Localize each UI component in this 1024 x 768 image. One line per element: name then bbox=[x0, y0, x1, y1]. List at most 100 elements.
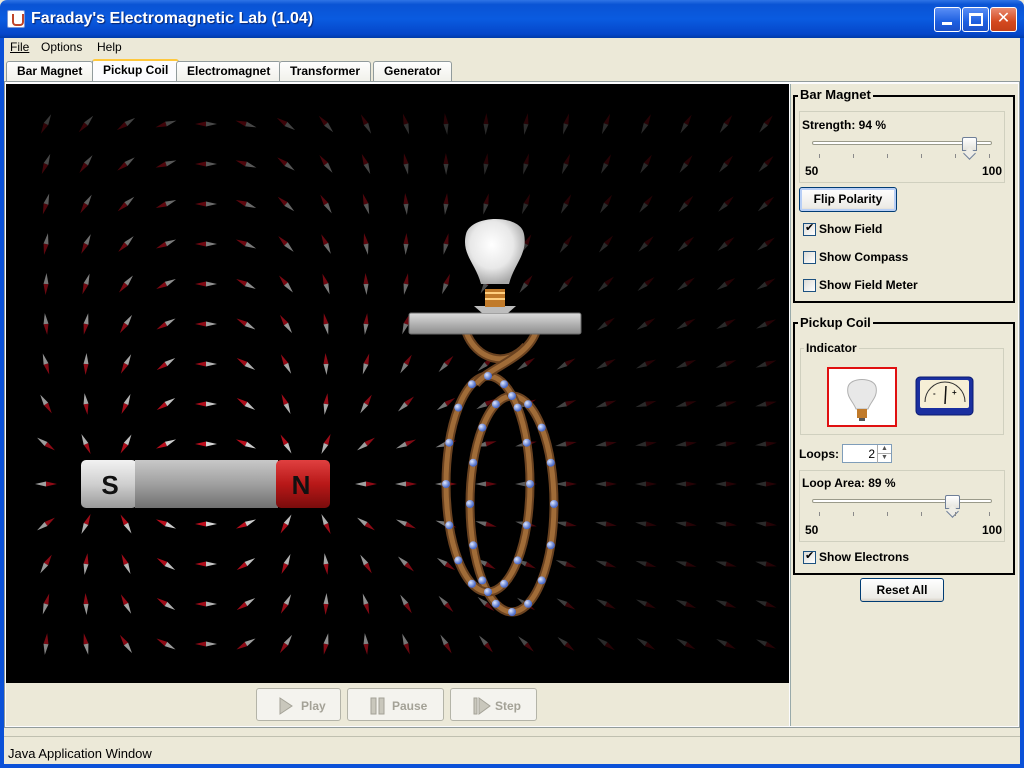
status-text: Java Application Window bbox=[8, 746, 152, 761]
compass-needle bbox=[402, 633, 410, 655]
compass-needle bbox=[595, 521, 617, 527]
compass-needle bbox=[635, 441, 657, 447]
compass-needle bbox=[156, 358, 176, 370]
compass-needle bbox=[755, 401, 777, 407]
strength-max-label: 100 bbox=[982, 164, 1003, 178]
menu-options[interactable]: Options bbox=[41, 40, 82, 54]
compass-needle bbox=[79, 155, 93, 173]
show-field-meter-label: Show Field Meter bbox=[819, 278, 918, 292]
compass-needle bbox=[716, 319, 736, 329]
compass-needle bbox=[635, 599, 657, 609]
compass-needle bbox=[81, 434, 91, 454]
electron bbox=[526, 480, 534, 488]
compass-needle bbox=[195, 561, 217, 567]
compass-needle bbox=[483, 113, 489, 135]
tab-generator[interactable]: Generator bbox=[373, 61, 453, 82]
electron bbox=[524, 599, 533, 608]
step-icon bbox=[473, 697, 491, 715]
electron bbox=[469, 541, 478, 550]
compass-needle bbox=[235, 239, 257, 249]
compass-needle bbox=[716, 639, 736, 649]
show-compass-checkbox[interactable] bbox=[803, 251, 816, 264]
compass-needle bbox=[195, 201, 217, 207]
flip-polarity-button[interactable]: Flip Polarity bbox=[799, 187, 897, 212]
compass-needle bbox=[280, 594, 292, 614]
tab-bar-magnet[interactable]: Bar Magnet bbox=[6, 61, 94, 82]
step-label: Step bbox=[495, 699, 522, 713]
compass-needle bbox=[562, 113, 570, 135]
loops-spinner[interactable]: 2 ▲ ▼ bbox=[842, 444, 892, 463]
compass-needle bbox=[555, 481, 577, 487]
compass-needle bbox=[277, 157, 295, 171]
menu-help[interactable]: Help bbox=[97, 40, 122, 54]
compass-needle bbox=[597, 276, 615, 292]
compass-needle bbox=[235, 199, 257, 209]
compass-needle bbox=[43, 233, 49, 255]
compass-needle bbox=[755, 521, 777, 527]
show-electrons-checkbox[interactable] bbox=[803, 549, 816, 564]
compass-needle bbox=[355, 481, 377, 487]
compass-needle bbox=[117, 157, 135, 171]
compass-needle bbox=[755, 561, 777, 567]
menu-file[interactable]: File bbox=[10, 40, 29, 54]
electron bbox=[469, 458, 478, 467]
slider-tick bbox=[819, 512, 820, 516]
compass-needle bbox=[402, 113, 410, 135]
bar-magnet[interactable]: S N bbox=[81, 460, 330, 508]
compass-needle bbox=[403, 153, 409, 175]
compass-needle bbox=[156, 557, 176, 571]
loops-increment-icon[interactable]: ▲ bbox=[877, 445, 891, 454]
compass-needle bbox=[281, 393, 291, 415]
slider-tick bbox=[921, 512, 922, 516]
compass-needle bbox=[357, 437, 375, 451]
compass-needle bbox=[718, 196, 734, 212]
simulation-canvas[interactable]: S N bbox=[6, 84, 789, 683]
module-tabs: Bar Magnet Pickup Coil Electromagnet Tra… bbox=[4, 58, 1020, 82]
minimize-icon bbox=[942, 22, 952, 25]
show-field-meter-checkbox[interactable] bbox=[803, 279, 816, 292]
step-button[interactable]: Step bbox=[450, 688, 537, 721]
compass-needle bbox=[120, 594, 132, 614]
lightbulb-indicator-option[interactable] bbox=[827, 367, 897, 427]
compass-needle bbox=[363, 633, 369, 655]
compass-needle bbox=[635, 359, 657, 369]
electron bbox=[467, 579, 476, 588]
slider-tick bbox=[819, 154, 820, 158]
electron bbox=[513, 556, 522, 565]
slider-tick bbox=[989, 154, 990, 158]
loop-area-slider-thumb[interactable] bbox=[945, 495, 960, 509]
electron bbox=[508, 608, 516, 616]
compass-needle bbox=[280, 514, 292, 534]
slider-tick bbox=[853, 154, 854, 158]
pause-button[interactable]: Pause bbox=[347, 688, 444, 721]
maximize-button[interactable] bbox=[962, 7, 989, 32]
compass-needle bbox=[518, 636, 534, 652]
tab-pickup-coil[interactable]: Pickup Coil bbox=[92, 59, 180, 82]
compass-needle bbox=[397, 556, 415, 572]
compass-needle bbox=[195, 161, 217, 167]
compass-needle bbox=[479, 635, 493, 653]
pickup-coil[interactable] bbox=[441, 330, 559, 617]
show-field-checkbox[interactable] bbox=[803, 221, 816, 236]
play-button[interactable]: Play bbox=[256, 688, 341, 721]
tab-transformer[interactable]: Transformer bbox=[279, 61, 372, 82]
compass-needle bbox=[675, 401, 697, 407]
electron bbox=[550, 500, 558, 508]
reset-all-button[interactable]: Reset All bbox=[860, 578, 944, 602]
compass-needle bbox=[83, 633, 89, 655]
strength-slider-thumb[interactable] bbox=[962, 137, 977, 151]
close-button[interactable]: ✕ bbox=[990, 7, 1017, 32]
compass-needle bbox=[357, 517, 375, 531]
compass-needle bbox=[440, 634, 452, 654]
compass-needle bbox=[635, 400, 657, 408]
compass-needle bbox=[280, 434, 292, 454]
compass-needle bbox=[322, 273, 330, 295]
electron bbox=[508, 392, 516, 400]
loop-area-slider-track[interactable] bbox=[812, 499, 992, 503]
compass-needle bbox=[555, 400, 577, 408]
loops-decrement-icon[interactable]: ▼ bbox=[877, 454, 891, 463]
voltmeter-indicator-option[interactable]: - + bbox=[915, 376, 974, 416]
minimize-button[interactable] bbox=[934, 7, 961, 32]
tab-electromagnet[interactable]: Electromagnet bbox=[176, 61, 282, 82]
compass-needle bbox=[675, 441, 697, 447]
